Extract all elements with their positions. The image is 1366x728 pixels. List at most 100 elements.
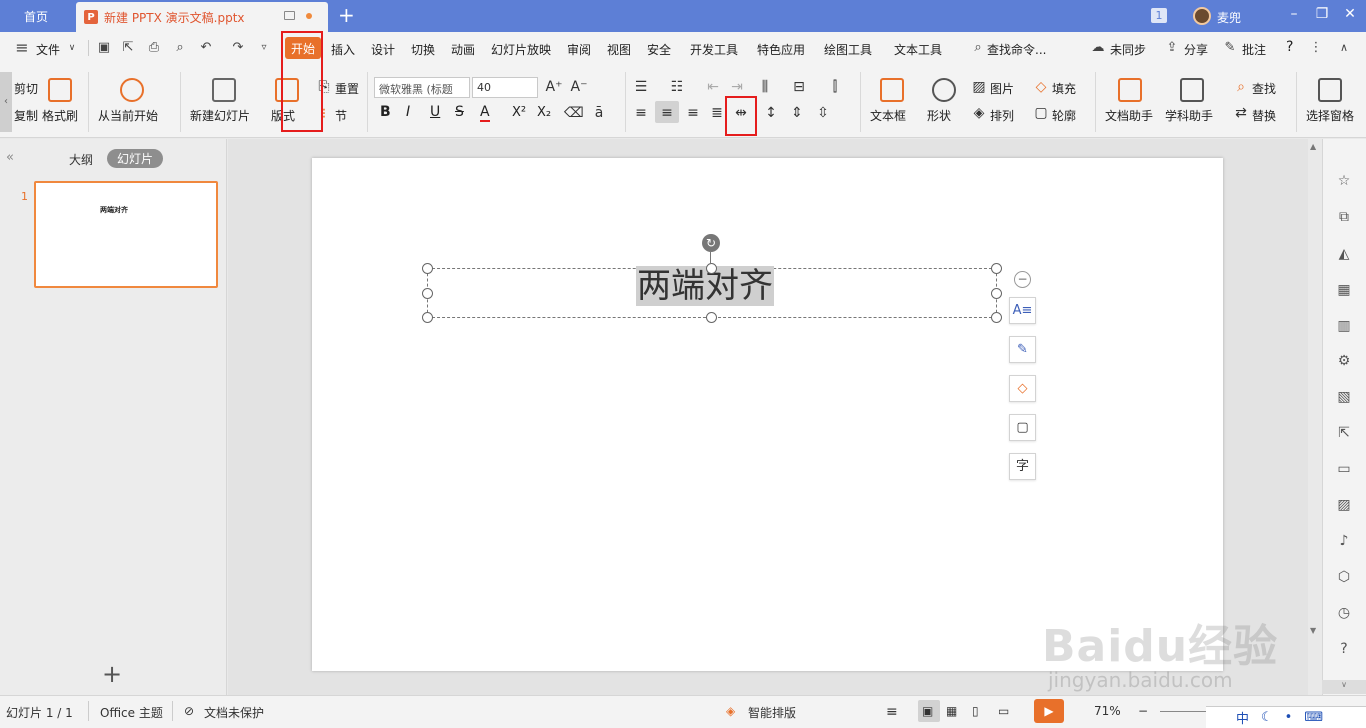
tab-design[interactable]: 设计 bbox=[371, 41, 395, 58]
shrink-font-icon[interactable]: A⁻ bbox=[570, 78, 588, 96]
format-painter-icon[interactable] bbox=[48, 78, 72, 102]
align-left-icon[interactable]: ≡ bbox=[632, 104, 650, 122]
collapse-panel-icon[interactable]: « bbox=[6, 150, 14, 165]
line-spacing-icon[interactable]: ↕ bbox=[762, 104, 780, 122]
outline-button[interactable]: 轮廓 bbox=[1052, 107, 1076, 124]
tab-document[interactable]: P 新建 PPTX 演示文稿.pptx bbox=[76, 2, 328, 32]
doc-helper-button[interactable]: 文档助手 bbox=[1105, 107, 1153, 124]
tab-animation[interactable]: 动画 bbox=[451, 41, 475, 58]
add-slide-button[interactable]: + bbox=[102, 662, 122, 686]
customize-icon[interactable]: ▿ bbox=[256, 40, 272, 56]
zoom-level[interactable]: 71% bbox=[1094, 704, 1121, 718]
audio-icon[interactable]: ♪ bbox=[1335, 532, 1353, 550]
subscript-button[interactable]: X₂ bbox=[537, 105, 551, 120]
collapse-ribbon-icon[interactable]: ∧ bbox=[1336, 40, 1352, 56]
ime-language[interactable]: 中 bbox=[1236, 708, 1249, 727]
sync-status[interactable]: 未同步 bbox=[1110, 41, 1146, 58]
resize-handle[interactable] bbox=[991, 288, 1002, 299]
sidebar-scroll-icon[interactable]: ∨ bbox=[1322, 680, 1366, 694]
resize-handle[interactable] bbox=[422, 288, 433, 299]
new-slide-button[interactable]: 新建幻灯片 bbox=[190, 107, 250, 124]
underline-button[interactable]: U bbox=[430, 104, 440, 120]
grow-font-icon[interactable]: A⁺ bbox=[545, 78, 563, 96]
tab-special[interactable]: 特色应用 bbox=[757, 41, 805, 58]
text-effect-icon[interactable]: 字 bbox=[1009, 453, 1036, 480]
tab-transition[interactable]: 切换 bbox=[411, 41, 435, 58]
history-icon[interactable]: ◷ bbox=[1335, 604, 1353, 622]
strikethrough-button[interactable]: S bbox=[455, 104, 464, 120]
resize-handle[interactable] bbox=[991, 263, 1002, 274]
find-button[interactable]: 查找 bbox=[1252, 80, 1276, 97]
protection-status[interactable]: 文档未保护 bbox=[204, 704, 264, 721]
tab-view[interactable]: 视图 bbox=[607, 41, 631, 58]
justify-icon[interactable]: ≣ bbox=[708, 104, 726, 122]
chart-icon[interactable]: ▥ bbox=[1335, 317, 1353, 335]
resize-handle[interactable] bbox=[706, 312, 717, 323]
align-center-icon[interactable]: ≡ bbox=[658, 104, 676, 122]
user-name[interactable]: 麦兜 bbox=[1217, 9, 1241, 26]
hamburger-icon[interactable]: ≡ bbox=[14, 40, 30, 56]
share-button[interactable]: 分享 bbox=[1184, 41, 1208, 58]
bullets-icon[interactable]: ☰ bbox=[632, 78, 650, 96]
shape-icon[interactable] bbox=[932, 78, 956, 102]
picture-icon[interactable]: ▨ bbox=[970, 78, 988, 96]
zoom-out-icon[interactable]: − bbox=[1138, 704, 1148, 718]
copy-button[interactable]: 复制 bbox=[14, 107, 38, 124]
text-style-icon[interactable]: A≡ bbox=[1009, 297, 1036, 324]
columns-icon[interactable]: ⫼ bbox=[756, 78, 774, 96]
tab-slideshow[interactable]: 幻灯片放映 bbox=[491, 41, 551, 58]
title-text[interactable]: 两端对齐 bbox=[636, 266, 774, 306]
share-icon[interactable]: ⇪ bbox=[1164, 40, 1180, 56]
help-button[interactable]: ? bbox=[1286, 39, 1293, 55]
increase-indent-icon[interactable]: ⇥ bbox=[728, 78, 746, 96]
vertical-align-icon[interactable]: ⫿ bbox=[826, 78, 844, 96]
print-icon[interactable]: ⎙ bbox=[146, 40, 162, 56]
subject-helper-button[interactable]: 学科助手 bbox=[1165, 107, 1213, 124]
normal-view-icon[interactable]: ▣ bbox=[922, 704, 933, 718]
theme-name[interactable]: Office 主题 bbox=[100, 704, 163, 721]
save-icon[interactable]: ▣ bbox=[96, 40, 112, 56]
decrease-indent-icon[interactable]: ⇤ bbox=[704, 78, 722, 96]
find-icon[interactable]: ⌕ bbox=[1232, 78, 1250, 96]
subject-helper-icon[interactable] bbox=[1180, 78, 1204, 102]
tab-security[interactable]: 安全 bbox=[647, 41, 671, 58]
font-size-select[interactable]: 40 bbox=[472, 77, 538, 98]
close-icon[interactable]: ✕ bbox=[1338, 6, 1362, 22]
fill-icon[interactable]: ◇ bbox=[1032, 78, 1050, 96]
undo-icon[interactable]: ↶ bbox=[198, 40, 214, 56]
scroll-up-icon[interactable]: ▲ bbox=[1310, 142, 1316, 151]
export-icon[interactable]: ⇱ bbox=[1335, 424, 1353, 442]
rotate-handle-icon[interactable]: ↻ bbox=[702, 234, 720, 252]
tab-slides[interactable]: 幻灯片 bbox=[107, 149, 163, 168]
shape-button[interactable]: 形状 bbox=[927, 107, 951, 124]
smart-layout-icon[interactable]: ◈ bbox=[726, 704, 735, 718]
comment-icon[interactable]: ✎ bbox=[1222, 40, 1238, 56]
window-count-badge[interactable]: 1 bbox=[1151, 8, 1167, 23]
tab-insert[interactable]: 插入 bbox=[331, 41, 355, 58]
export-icon[interactable]: ⇱ bbox=[120, 40, 136, 56]
search-command[interactable]: 查找命令... bbox=[987, 41, 1046, 58]
chevron-down-icon[interactable]: ∨ bbox=[64, 40, 80, 56]
tab-developer[interactable]: 开发工具 bbox=[690, 41, 738, 58]
punctuation-icon[interactable]: • bbox=[1285, 710, 1293, 725]
tab-review[interactable]: 审阅 bbox=[567, 41, 591, 58]
presenter-icon[interactable]: ▭ bbox=[998, 704, 1009, 718]
image-icon[interactable]: ▧ bbox=[1335, 388, 1353, 406]
slide-thumbnail[interactable] bbox=[34, 181, 218, 288]
cloud-icon[interactable]: ☁ bbox=[1090, 40, 1106, 56]
layers-icon[interactable]: ◭ bbox=[1335, 245, 1353, 263]
tab-drawing-tools[interactable]: 绘图工具 bbox=[824, 41, 872, 58]
slide-sorter-icon[interactable]: ▦ bbox=[946, 704, 957, 718]
moon-icon[interactable]: ☾ bbox=[1261, 710, 1273, 725]
picture-icon[interactable]: ▨ bbox=[1335, 496, 1353, 514]
cut-button[interactable]: 剪切 bbox=[14, 80, 38, 97]
replace-icon[interactable]: ⇄ bbox=[1232, 104, 1250, 122]
brush-icon[interactable]: ✎ bbox=[1009, 336, 1036, 363]
play-icon[interactable] bbox=[120, 78, 144, 102]
resize-handle[interactable] bbox=[706, 263, 717, 274]
replace-button[interactable]: 替换 bbox=[1252, 107, 1276, 124]
comment-button[interactable]: 批注 bbox=[1242, 41, 1266, 58]
reading-view-icon[interactable]: ▯ bbox=[972, 704, 979, 718]
resize-handle[interactable] bbox=[422, 263, 433, 274]
search-icon[interactable]: ⌕ bbox=[970, 40, 986, 56]
